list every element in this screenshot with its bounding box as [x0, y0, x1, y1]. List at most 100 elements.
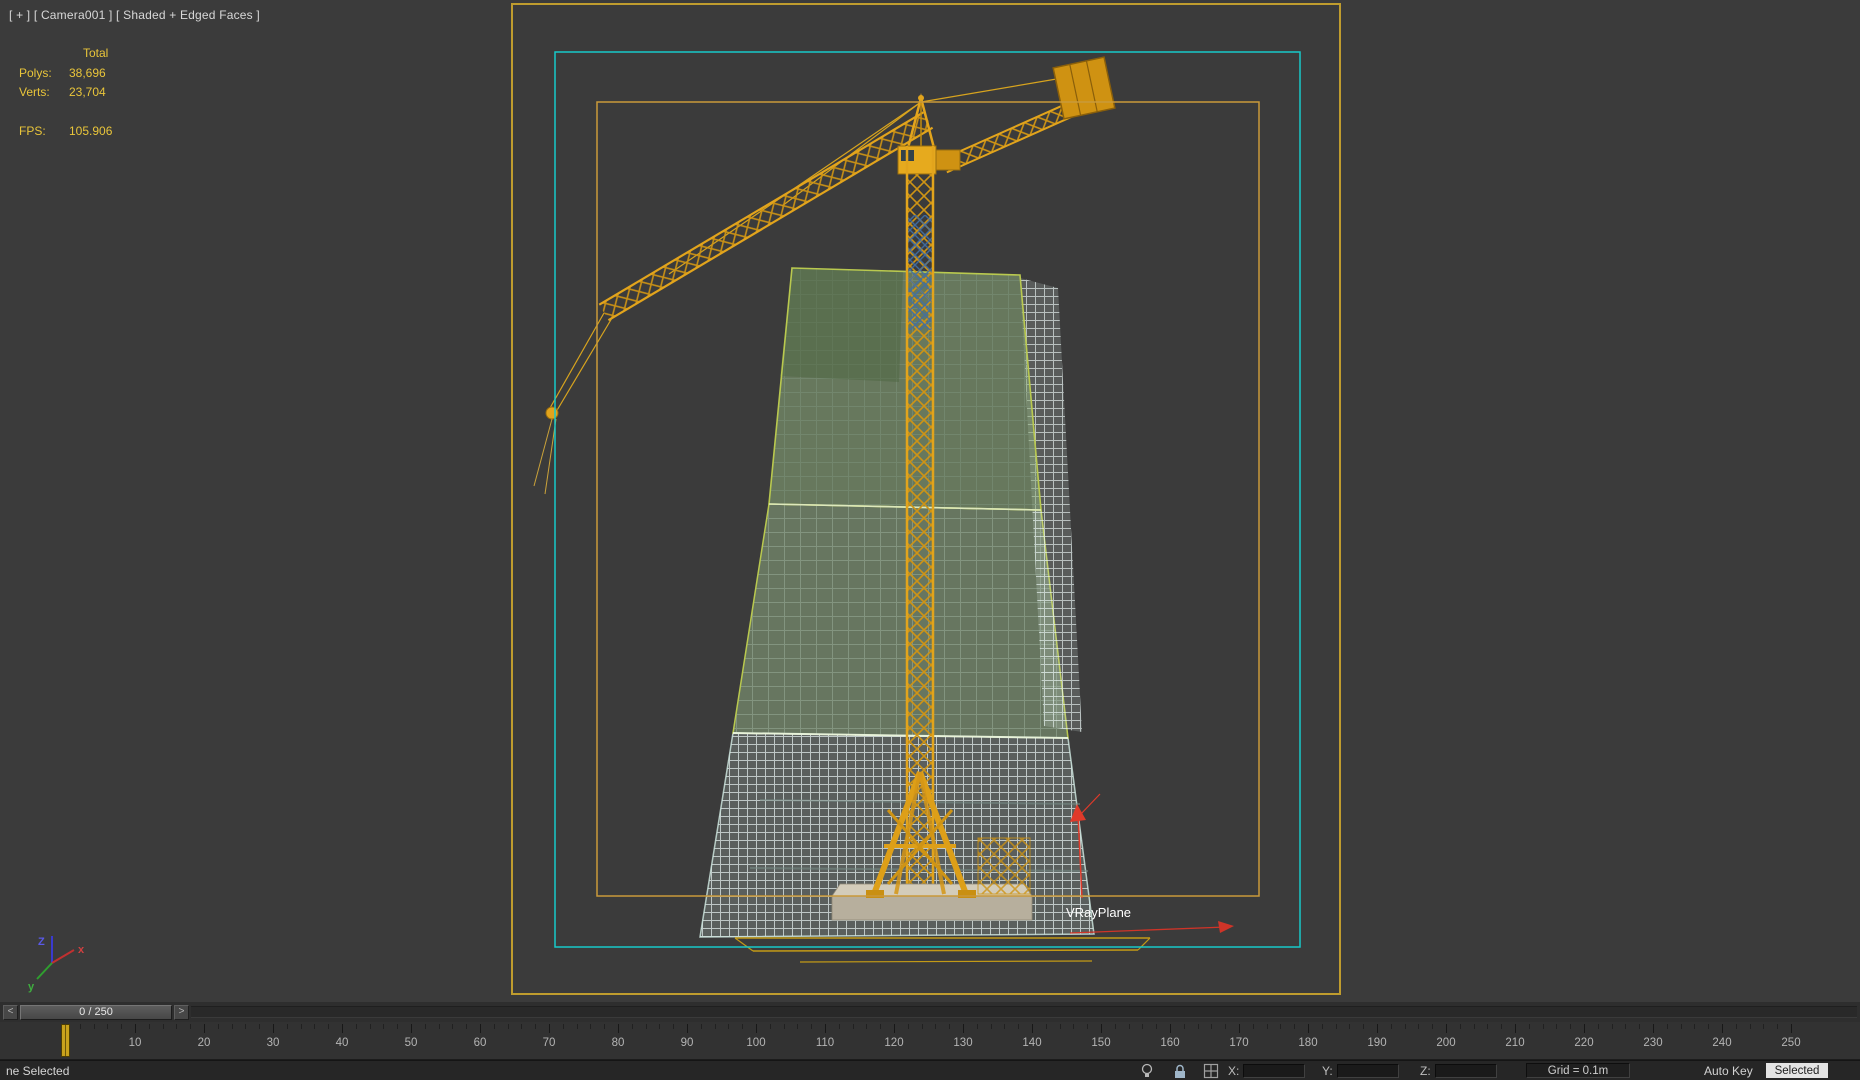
stats-fps-value: 105.906 [69, 124, 113, 138]
ruler-tick [1528, 1024, 1530, 1029]
ruler-tick [452, 1024, 454, 1029]
ruler-tick-number: 130 [953, 1037, 973, 1049]
auto-key-button[interactable]: Auto Key [1704, 1064, 1753, 1078]
ruler-tick [742, 1024, 744, 1029]
ruler-tick [1501, 1024, 1503, 1029]
prev-frame-button[interactable]: < [3, 1004, 18, 1020]
object-label: VRayPlane [1066, 905, 1131, 920]
coord-z-field[interactable] [1435, 1064, 1497, 1078]
ruler-tick [1335, 1024, 1337, 1029]
ruler-tick-number: 160 [1160, 1037, 1180, 1049]
ruler-tick [135, 1024, 136, 1033]
ruler-tick [687, 1024, 688, 1033]
ruler-tick [935, 1024, 937, 1029]
ruler-tick [1777, 1024, 1779, 1029]
ruler-tick [976, 1024, 978, 1029]
ruler-tick-number: 50 [404, 1037, 418, 1049]
ruler-tick [562, 1024, 564, 1029]
ruler-tick [880, 1024, 882, 1029]
ruler-tick [286, 1024, 288, 1029]
ruler-tick [756, 1024, 757, 1033]
ruler-tick-number: 210 [1505, 1037, 1525, 1049]
ruler-tick-number: 180 [1298, 1037, 1318, 1049]
status-bar: ne Selected X: Y: Z: Grid = 0.1m Auto Ke… [0, 1060, 1860, 1080]
ruler-tick [1473, 1024, 1475, 1029]
ruler-tick [1515, 1024, 1516, 1033]
stats-polys-value: 38,696 [69, 66, 106, 80]
ruler-tick [631, 1024, 633, 1029]
ruler-tick [342, 1024, 343, 1033]
coord-x-field[interactable] [1243, 1064, 1305, 1078]
coord-y-label: Y: [1322, 1064, 1333, 1078]
ruler-tick [176, 1024, 178, 1029]
time-slider-handle[interactable]: 0 / 250 [20, 1004, 172, 1020]
scene-canvas[interactable]: VRayPlane Z x y [0, 0, 1860, 1002]
ruler-tick [355, 1024, 357, 1029]
camera-viewport[interactable]: VRayPlane Z x y [ + ] [ Camera001 ] [ Sh… [0, 0, 1860, 1002]
ruler-tick-number: 230 [1643, 1037, 1663, 1049]
ruler-tick [618, 1024, 619, 1033]
ruler-tick [1680, 1024, 1682, 1029]
ruler-tick [1101, 1024, 1102, 1033]
ruler-tick [1722, 1024, 1723, 1033]
ruler-tick [1045, 1024, 1047, 1029]
3dsmax-window: VRayPlane Z x y [ + ] [ Camera001 ] [ Sh… [0, 0, 1860, 1080]
ruler-tick-number: 190 [1367, 1037, 1387, 1049]
ruler-tick [1653, 1024, 1654, 1033]
ruler-tick-number: 40 [335, 1037, 349, 1049]
ruler-tick [714, 1024, 716, 1029]
ruler-tick [1211, 1024, 1213, 1029]
ruler-tick [438, 1024, 440, 1029]
ruler-tick-number: 170 [1229, 1037, 1249, 1049]
isolate-toggle-icon[interactable] [1139, 1063, 1155, 1079]
selection-status-text: ne Selected [6, 1064, 70, 1078]
ruler-tick [1791, 1024, 1792, 1033]
ruler-tick [852, 1024, 854, 1029]
ruler-tick [79, 1024, 81, 1029]
ruler-tick [549, 1024, 550, 1033]
ruler-tick-number: 250 [1781, 1037, 1801, 1049]
coord-y-field[interactable] [1337, 1064, 1399, 1078]
ruler-tick [314, 1024, 316, 1029]
ruler-tick [493, 1024, 495, 1029]
time-slider-track[interactable] [191, 1006, 1857, 1018]
stats-verts-value: 23,704 [69, 85, 106, 99]
crane-counterweight[interactable] [1052, 56, 1116, 120]
ruler-tick [825, 1024, 826, 1033]
current-frame-marker[interactable] [61, 1024, 70, 1057]
ruler-tick [1183, 1024, 1185, 1029]
ruler-tick [838, 1024, 840, 1029]
next-frame-button[interactable]: > [174, 1004, 189, 1020]
ruler-tick [1666, 1024, 1668, 1029]
ruler-tick [231, 1024, 233, 1029]
stats-total-header: Total [83, 46, 109, 60]
ruler-tick [1032, 1024, 1033, 1033]
ruler-tick [1239, 1024, 1240, 1033]
ruler-tick [1735, 1024, 1737, 1029]
ruler-tick [466, 1024, 468, 1029]
ruler-tick [1377, 1024, 1378, 1033]
ruler-tick [1584, 1024, 1585, 1033]
transform-gizmo-icon[interactable] [1203, 1063, 1219, 1079]
ruler-tick [480, 1024, 481, 1033]
selection-filter-dropdown[interactable]: Selected [1766, 1063, 1828, 1078]
ruler-tick [411, 1024, 412, 1033]
ruler-tick [1197, 1024, 1199, 1029]
ruler-tick [659, 1024, 661, 1029]
ruler-tick [963, 1024, 964, 1033]
selection-lock-icon[interactable] [1172, 1063, 1188, 1079]
ruler-tick [1708, 1024, 1710, 1029]
world-axis-tripod: Z x y [28, 936, 85, 993]
ruler-tick [1128, 1024, 1130, 1029]
ruler-tick [949, 1024, 951, 1029]
ruler-tick [645, 1024, 647, 1029]
ruler-tick [604, 1024, 606, 1029]
timeline-ruler[interactable]: 10 20 30 40 50 60 70 80 90 100 110 120 130 140 150 160 1… [0, 1022, 1860, 1060]
ruler-tick [121, 1024, 123, 1029]
ruler-tick [1004, 1024, 1006, 1029]
ruler-tick [190, 1024, 192, 1029]
ruler-tick [1611, 1024, 1613, 1029]
ruler-tick [1087, 1024, 1089, 1029]
ruler-tick [1225, 1024, 1227, 1029]
ruler-tick-number: 60 [473, 1037, 487, 1049]
